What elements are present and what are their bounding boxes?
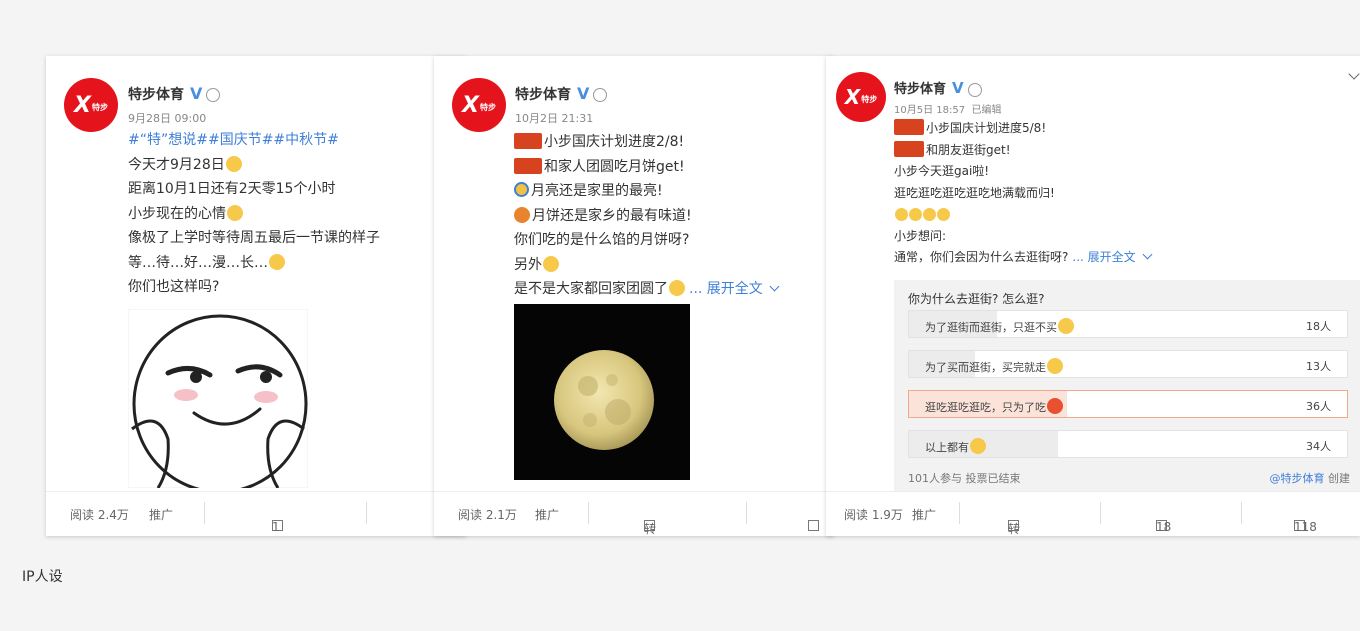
post-text: 小步国庆计划进度5/8! 和朋友逛街get! 小步今天逛gai啦! 逛吃逛吃逛吃… — [894, 118, 1153, 269]
emoji-icon — [895, 208, 908, 221]
verified-icon: V — [952, 79, 964, 97]
avatar[interactable]: X 特步 — [452, 78, 506, 132]
comment-icon — [808, 520, 819, 531]
caption: IP人设 — [22, 569, 63, 585]
weibo-post-2: X 特步 特步体育 V 10月2日 21:31 小步国庆计划进度2/8! 和家人团圆… — [434, 56, 834, 536]
username[interactable]: 特步体育 V — [894, 78, 982, 97]
poll-option[interactable]: 为了买而逛街，买完就走 13人 — [908, 350, 1348, 378]
emoji-icon — [227, 204, 243, 221]
post-footer: 阅读 2.1万 推广 转发 — [434, 491, 834, 536]
emoji-icon — [1058, 318, 1074, 334]
weibo-post-3: X 特步 特步体育 V 10月5日 18:57 已编辑 小步国庆计划进度5/8! 和… — [826, 56, 1360, 536]
emoji-icon — [909, 208, 922, 221]
vote-poll: 你为什么去逛街? 怎么逛? 为了逛街而逛街，只逛不买 18人 为了买而逛街，买完… — [894, 280, 1360, 492]
chevron-down-icon[interactable] — [769, 281, 780, 292]
username[interactable]: 特步体育 V — [515, 84, 608, 104]
post-time[interactable]: 9月28日 09:00 — [128, 110, 206, 126]
emoji-icon — [937, 208, 950, 221]
holiday-emoji-icon — [514, 157, 542, 174]
read-count: 阅读 1.9万 — [844, 508, 903, 522]
holiday-emoji-icon — [514, 133, 542, 149]
poll-option[interactable]: 以上都有 34人 — [908, 430, 1348, 458]
promote-button[interactable]: 推广 — [912, 506, 936, 523]
poll-creator: @特步体育 创建 — [1269, 472, 1351, 485]
post-footer: 阅读 2.4万 推广 1 — [46, 491, 466, 536]
poll-summary: 101人参与 投票已结束 — [908, 472, 1021, 485]
expand-full-text-link[interactable]: ... 展开全文 — [689, 281, 763, 297]
promote-button[interactable]: 推广 — [535, 506, 559, 523]
medal-icon — [593, 88, 608, 102]
moon-photo[interactable] — [514, 304, 690, 480]
emoji-icon — [1047, 358, 1063, 374]
medal-icon — [206, 88, 221, 102]
emoji-icon — [970, 438, 986, 454]
username[interactable]: 特步体育 V — [128, 84, 221, 104]
verified-icon: V — [190, 84, 203, 103]
weibo-post-1: X 特步 特步体育 V 9月28日 09:00 #“特”想说##国庆节##中秋节# … — [46, 56, 466, 536]
poll-question: 你为什么去逛街? 怎么逛? — [908, 292, 1045, 306]
medal-icon — [967, 82, 982, 97]
post-time[interactable]: 10月2日 21:31 — [515, 110, 593, 126]
emoji-icon — [1047, 398, 1063, 414]
avatar[interactable]: X 特步 — [836, 72, 886, 122]
read-count: 阅读 2.1万 — [458, 508, 517, 522]
read-count: 阅读 2.4万 — [70, 508, 129, 522]
post-text: 小步国庆计划进度2/8! 和家人团圆吃月饼get! 月亮还是家里的最亮! 月饼还… — [514, 130, 780, 302]
mooncake-emoji-icon — [514, 206, 530, 223]
smug-face-image[interactable] — [128, 309, 308, 488]
doge-emoji-icon — [543, 255, 559, 272]
post-footer: 阅读 1.9万 推广 转发 18 118 — [826, 491, 1360, 536]
emoji-icon — [923, 208, 936, 221]
post-time[interactable]: 10月5日 18:57 已编辑 — [894, 101, 1001, 116]
poll-option-selected[interactable]: 逛吃逛吃逛吃，只为了吃 36人 — [908, 390, 1348, 418]
verified-icon: V — [577, 84, 590, 103]
emoji-icon — [225, 155, 242, 172]
promote-button[interactable]: 推广 — [149, 506, 173, 523]
hashtags[interactable]: #“特”想说##国庆节##中秋节# — [128, 128, 380, 153]
chevron-down-icon[interactable] — [1142, 249, 1153, 260]
holiday-emoji-icon — [894, 119, 924, 135]
moon-emoji-icon — [514, 182, 529, 197]
chevron-down-icon[interactable] — [1348, 68, 1360, 80]
holiday-emoji-icon — [894, 140, 924, 157]
expand-full-text-link[interactable]: ... 展开全文 — [1072, 250, 1135, 264]
doge-emoji-icon — [669, 280, 685, 296]
creator-link[interactable]: @特步体育 — [1270, 472, 1325, 485]
avatar[interactable]: X 特步 — [64, 78, 118, 132]
post-text: #“特”想说##国庆节##中秋节# 今天才9月28日 距离10月1日还有2天零1… — [128, 128, 380, 300]
emoji-icon — [269, 253, 285, 270]
poll-option[interactable]: 为了逛街而逛街，只逛不买 18人 — [908, 310, 1348, 338]
